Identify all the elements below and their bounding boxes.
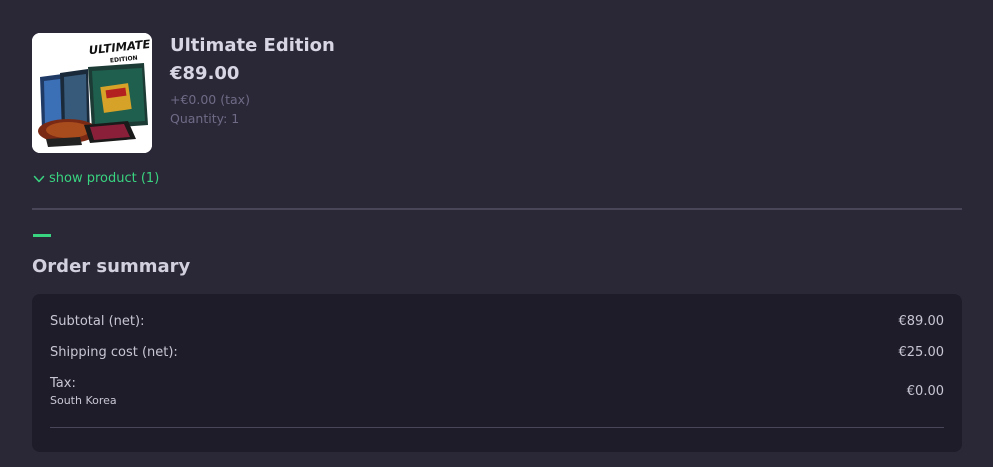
cart-product: ULTIMATE EDITION Ultimate Edition €89.00: [32, 33, 335, 153]
section-divider: [32, 208, 962, 210]
summary-row-tax: Tax: South Korea €0.00: [50, 376, 944, 407]
shipping-label: Shipping cost (net):: [50, 345, 178, 360]
product-image: ULTIMATE EDITION: [32, 33, 152, 153]
tax-label-group: Tax: South Korea: [50, 376, 117, 407]
tax-region: South Korea: [50, 394, 117, 407]
tax-value: €0.00: [906, 384, 944, 399]
product-tax: +€0.00 (tax): [170, 92, 250, 107]
product-price: €89.00: [170, 63, 240, 84]
order-summary-title: Order summary: [32, 256, 191, 277]
shipping-value: €25.00: [898, 345, 945, 360]
checkout-page: ULTIMATE EDITION Ultimate Edition €89.00: [0, 0, 993, 467]
chevron-down-icon: [33, 175, 45, 182]
product-quantity: Quantity: 1: [170, 111, 240, 126]
product-info: Ultimate Edition €89.00 +€0.00 (tax) Qua…: [170, 33, 335, 153]
summary-row-shipping: Shipping cost (net): €25.00: [50, 345, 944, 360]
subtotal-value: €89.00: [898, 314, 945, 329]
show-product-label: show product (1): [49, 171, 160, 186]
product-name: Ultimate Edition: [170, 35, 335, 56]
summary-row-subtotal: Subtotal (net): €89.00: [50, 314, 944, 329]
tax-label: Tax:: [50, 376, 76, 391]
section-accent-bar: [33, 234, 51, 237]
order-summary-panel: Subtotal (net): €89.00 Shipping cost (ne…: [32, 294, 962, 452]
subtotal-label: Subtotal (net):: [50, 314, 145, 329]
show-product-toggle[interactable]: show product (1): [33, 171, 159, 186]
summary-divider: [50, 427, 944, 428]
